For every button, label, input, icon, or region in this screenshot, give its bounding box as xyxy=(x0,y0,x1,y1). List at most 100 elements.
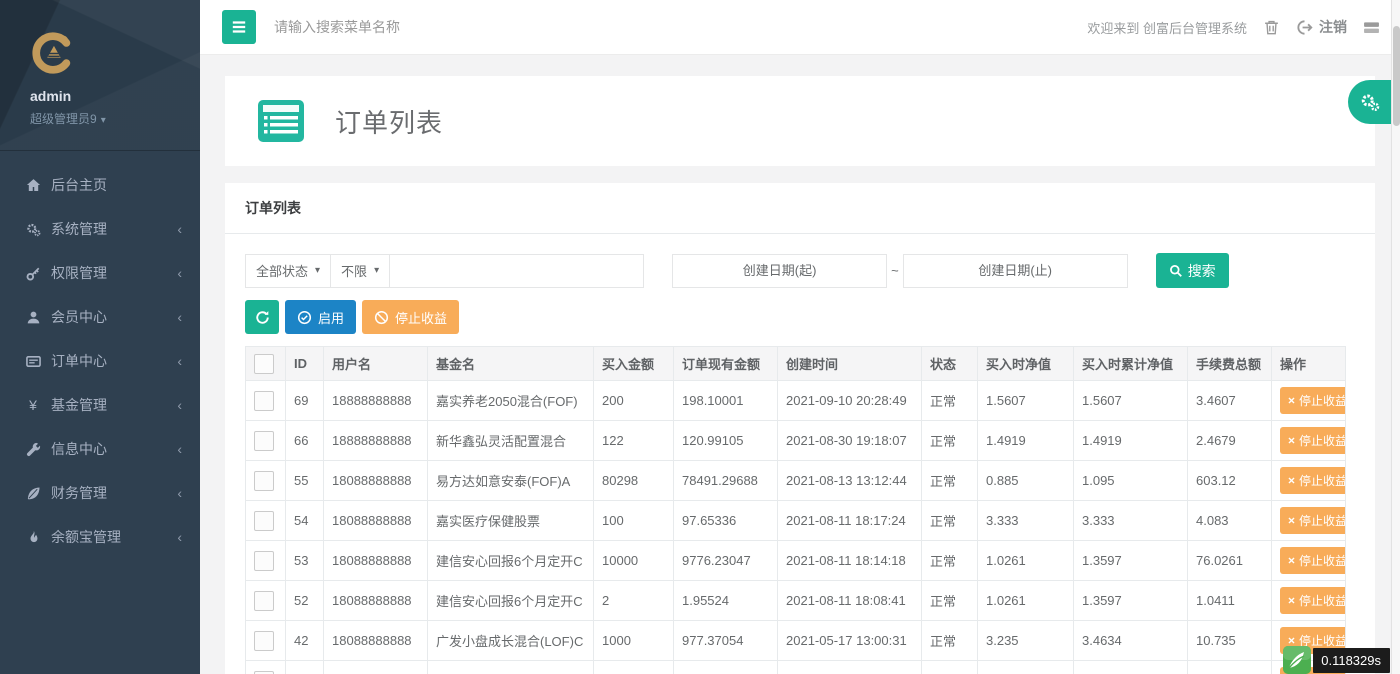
cell-status: 正常 xyxy=(921,660,978,674)
sidebar-item-yuebao[interactable]: 余额宝管理 ‹ xyxy=(0,515,200,559)
cell-username: 18088888888 xyxy=(323,660,428,674)
stop-income-bulk-button[interactable]: 停止收益 xyxy=(362,300,460,334)
order-table-body: 69 18888888888 嘉实养老2050混合(FOF) 200 198.1… xyxy=(245,380,1346,674)
sidebar-item-home[interactable]: 后台主页 xyxy=(0,163,200,207)
stop-income-button[interactable]: 停止收益 xyxy=(1280,387,1345,414)
check-circle-icon xyxy=(297,310,312,325)
date-start-input[interactable] xyxy=(672,253,888,288)
cell-fee: 10.735 xyxy=(1187,620,1272,661)
sidebar: admin 超级管理员9 ▾ 后台主页 系统管理 ‹ 权限管理 ‹ 会员中心 ‹ … xyxy=(0,0,200,674)
layout-icon[interactable] xyxy=(1363,19,1380,36)
cell-username: 18088888888 xyxy=(323,500,428,541)
times-icon xyxy=(1287,516,1296,525)
sidebar-item-system[interactable]: 系统管理 ‹ xyxy=(0,207,200,251)
row-checkbox[interactable] xyxy=(254,590,274,611)
stop-income-button[interactable]: 停止收益 xyxy=(1280,467,1345,494)
chevron-left-icon: ‹ xyxy=(177,265,182,281)
cell-id: 69 xyxy=(285,380,324,421)
table-row: 54 18088888888 嘉实医疗保健股票 100 97.65336 202… xyxy=(245,500,1346,541)
cell-status: 正常 xyxy=(921,620,978,661)
table-header-row: ID 用户名 基金名 买入金额 订单现有金额 创建时间 状态 买入时净值 买入时… xyxy=(245,346,1346,381)
cell-current-amount: 9776.23047 xyxy=(673,540,778,581)
sidebar-item-permission[interactable]: 权限管理 ‹ xyxy=(0,251,200,295)
cell-username: 18888888888 xyxy=(323,420,428,461)
cell-fee: 4.083 xyxy=(1187,500,1272,541)
stop-income-button[interactable]: 停止收益 xyxy=(1280,507,1345,534)
cell-current-amount: 120.99105 xyxy=(673,420,778,461)
cell-acc-nav: 1.4919 xyxy=(1073,420,1188,461)
cell-acc-nav: 1.5607 xyxy=(1073,380,1188,421)
key-icon xyxy=(25,265,41,281)
cell-status: 正常 xyxy=(921,380,978,421)
table-row: 69 18888888888 嘉实养老2050混合(FOF) 200 198.1… xyxy=(245,380,1346,421)
sidebar-item-finance[interactable]: 财务管理 ‹ xyxy=(0,471,200,515)
menu-search-input[interactable] xyxy=(274,19,494,35)
sidebar-item-member[interactable]: 会员中心 ‹ xyxy=(0,295,200,339)
profile-username: admin xyxy=(30,88,72,104)
dragon-logo-icon xyxy=(30,30,76,76)
scrollbar-thumb[interactable] xyxy=(1393,26,1400,126)
cell-fee: 76.7808 xyxy=(1187,660,1272,674)
sidebar-item-order[interactable]: 订单中心 ‹ xyxy=(0,339,200,383)
col-header-id: ID xyxy=(285,346,324,381)
table-row: 53 18088888888 建信安心回报6个月定开C 10000 9776.2… xyxy=(245,540,1346,581)
date-separator: ~ xyxy=(891,263,899,278)
times-icon xyxy=(1287,636,1296,645)
leaf-icon xyxy=(25,485,41,501)
cell-id: 42 xyxy=(285,620,324,661)
col-header-fund: 基金名 xyxy=(427,346,594,381)
select-all-checkbox[interactable] xyxy=(254,353,274,374)
date-end-input[interactable] xyxy=(902,253,1128,288)
trace-timer-widget[interactable]: 0.118329s xyxy=(1283,646,1390,674)
type-select[interactable]: 不限 ▾ xyxy=(330,253,391,288)
page-title: 订单列表 xyxy=(335,107,444,138)
chevron-left-icon: ‹ xyxy=(177,485,182,501)
chevron-left-icon: ‹ xyxy=(177,309,182,325)
cell-current-amount: 1.95524 xyxy=(673,580,778,621)
row-checkbox[interactable] xyxy=(254,670,274,674)
cell-created-time: 2021-08-11 18:17:24 xyxy=(777,500,922,541)
cogs-icon xyxy=(25,221,41,237)
cell-fund-name: 嘉实医疗保健股票 xyxy=(427,500,594,541)
cell-created-time: 2021-08-30 19:18:07 xyxy=(777,420,922,461)
sidebar-item-fund[interactable]: ¥ 基金管理 ‹ xyxy=(0,383,200,427)
settings-fab-button[interactable] xyxy=(1348,80,1392,124)
main-content: 订单列表 订单列表 全部状态▾ 不限▾ ~ xyxy=(200,55,1400,674)
row-checkbox[interactable] xyxy=(254,630,274,651)
search-button[interactable]: 搜索 xyxy=(1155,253,1229,288)
gears-icon xyxy=(1360,92,1380,112)
col-header-current: 订单现有金额 xyxy=(673,346,778,381)
cell-nav: 0.885 xyxy=(977,460,1074,501)
cell-status: 正常 xyxy=(921,580,978,621)
row-checkbox[interactable] xyxy=(254,550,274,571)
keyword-input[interactable] xyxy=(389,253,645,288)
cell-fund-name: 新华鑫弘灵活配置混合 xyxy=(427,420,594,461)
cell-fee: 76.0261 xyxy=(1187,540,1272,581)
profile-role-dropdown[interactable]: 超级管理员9 ▾ xyxy=(30,110,200,127)
refresh-button[interactable] xyxy=(245,300,279,334)
enable-button[interactable]: 启用 xyxy=(285,300,357,334)
stop-income-button[interactable]: 停止收益 xyxy=(1280,587,1345,614)
row-checkbox[interactable] xyxy=(254,510,274,531)
chevron-left-icon: ‹ xyxy=(177,221,182,237)
brand-logo xyxy=(30,30,76,76)
row-checkbox[interactable] xyxy=(254,390,274,411)
logout-button[interactable]: 注销 xyxy=(1296,17,1347,37)
sidebar-item-info[interactable]: 信息中心 ‹ xyxy=(0,427,200,471)
cell-buy-amount: 122 xyxy=(593,420,674,461)
table-row: 42 18088888888 广发小盘成长混合(LOF)C 1000 977.3… xyxy=(245,620,1346,661)
refresh-icon xyxy=(255,310,270,325)
stop-income-button[interactable]: 停止收益 xyxy=(1280,427,1345,454)
stop-income-button[interactable]: 停止收益 xyxy=(1280,547,1345,574)
row-checkbox[interactable] xyxy=(254,470,274,491)
row-checkbox[interactable] xyxy=(254,430,274,451)
chevron-left-icon: ‹ xyxy=(177,441,182,457)
panel-title: 订单列表 xyxy=(225,183,1375,234)
cell-id: 66 xyxy=(285,420,324,461)
cell-username: 18088888888 xyxy=(323,580,428,621)
trash-icon[interactable] xyxy=(1263,19,1280,36)
table-row: 52 18088888888 建信安心回报6个月定开C 2 1.95524 20… xyxy=(245,580,1346,621)
status-select[interactable]: 全部状态 ▾ xyxy=(245,253,332,288)
sidebar-toggle-button[interactable] xyxy=(222,10,256,44)
cell-status: 正常 xyxy=(921,540,978,581)
